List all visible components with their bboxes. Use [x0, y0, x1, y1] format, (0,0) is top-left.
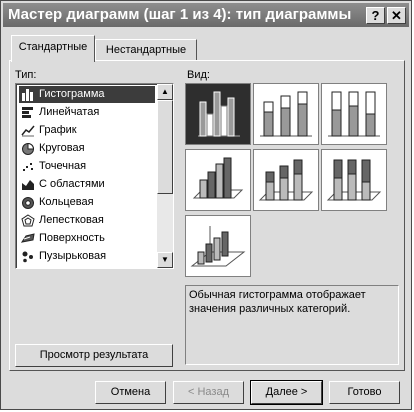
- list-item-label: График: [39, 124, 77, 136]
- subtype-stacked-column-3d[interactable]: [253, 149, 319, 211]
- finish-button[interactable]: Готово: [329, 381, 400, 404]
- subtype-percent-stacked-column-3d[interactable]: [321, 149, 387, 211]
- preview-button[interactable]: Просмотр результата: [15, 344, 173, 367]
- list-item-bar[interactable]: Линейчатая: [19, 104, 155, 121]
- back-button[interactable]: < Назад: [173, 381, 244, 404]
- bar-chart-icon: [22, 107, 33, 118]
- subtype-gallery: [185, 83, 399, 277]
- list-item-pie[interactable]: Круговая: [19, 140, 155, 157]
- scroll-down-icon[interactable]: ▼: [157, 252, 173, 268]
- scroll-thumb[interactable]: [157, 100, 173, 194]
- list-item-radar[interactable]: Лепестковая: [19, 212, 155, 229]
- line-chart-icon: [21, 125, 35, 137]
- subtype-percent-stacked-column[interactable]: [321, 83, 387, 145]
- list-item-label: Линейчатая: [39, 106, 100, 118]
- cancel-button[interactable]: Отмена: [95, 381, 166, 404]
- list-item-label: Поверхность: [39, 232, 105, 244]
- tab-standard[interactable]: Стандартные: [11, 35, 95, 62]
- area-chart-icon: [22, 180, 34, 190]
- help-button[interactable]: ?: [366, 7, 385, 24]
- title-bar: Мастер диаграмм (шаг 1 из 4): тип диагра…: [3, 3, 409, 27]
- list-item-label: С областями: [39, 178, 105, 190]
- bubble-chart-icon: [22, 251, 33, 263]
- list-item-label: Пузырьковая: [39, 250, 107, 262]
- chart-type-list[interactable]: Гистограмма Линейчатая График Круговая Т…: [15, 83, 174, 269]
- list-scrollbar[interactable]: ▲ ▼: [157, 84, 173, 268]
- pie-chart-icon: [22, 142, 35, 155]
- list-item-area[interactable]: С областями: [19, 176, 155, 193]
- list-item-label: Кольцевая: [39, 196, 94, 208]
- list-item-line[interactable]: График: [19, 122, 155, 139]
- subtype-clustered-column[interactable]: [185, 83, 251, 145]
- tab-label: Стандартные: [18, 41, 88, 53]
- help-icon: ?: [371, 8, 380, 23]
- view-label: Вид:: [187, 69, 210, 81]
- percent-stacked-column-icon: [328, 91, 380, 137]
- stacked-column-3d-icon: [258, 159, 314, 201]
- type-label: Тип:: [15, 69, 37, 81]
- list-item-scatter[interactable]: Точечная: [19, 158, 155, 175]
- surface-chart-icon: [21, 233, 35, 243]
- clustered-column-3d-icon: [192, 157, 244, 199]
- close-button[interactable]: ✕: [387, 7, 406, 24]
- tab-custom[interactable]: Нестандартные: [95, 39, 197, 61]
- stacked-column-icon: [260, 91, 312, 137]
- list-item-label: Гистограмма: [39, 88, 105, 100]
- list-item-label: Круговая: [39, 142, 85, 154]
- subtype-description: Обычная гистограмма отображает значения …: [185, 285, 399, 365]
- list-item-label: Точечная: [39, 160, 87, 172]
- list-item-bubble[interactable]: Пузырьковая: [19, 248, 155, 265]
- close-icon: ✕: [391, 8, 402, 23]
- scroll-up-icon[interactable]: ▲: [157, 84, 173, 100]
- tab-label: Нестандартные: [105, 44, 187, 56]
- chart-type-list-items: Гистограмма Линейчатая График Круговая Т…: [16, 84, 157, 268]
- subtype-clustered-column-3d[interactable]: [185, 149, 251, 211]
- list-item-label: Лепестковая: [39, 214, 104, 226]
- subtype-column-3d[interactable]: [185, 215, 251, 277]
- column-chart-icon: [22, 89, 33, 101]
- list-item-column[interactable]: Гистограмма: [19, 86, 155, 103]
- subtype-stacked-column[interactable]: [253, 83, 319, 145]
- chart-wizard-dialog: Мастер диаграмм (шаг 1 из 4): тип диагра…: [0, 0, 412, 410]
- column-3d-icon: [190, 226, 246, 267]
- list-item-surface[interactable]: Поверхность: [19, 230, 155, 247]
- window-title: Мастер диаграмм (шаг 1 из 4): тип диагра…: [8, 6, 352, 23]
- clustered-column-icon: [198, 91, 240, 137]
- doughnut-chart-icon: [22, 197, 34, 209]
- radar-chart-icon: [21, 214, 35, 227]
- scatter-chart-icon: [23, 163, 33, 171]
- next-button[interactable]: Далее >: [250, 380, 323, 405]
- percent-stacked-column-3d-icon: [326, 159, 382, 201]
- list-item-doughnut[interactable]: Кольцевая: [19, 194, 155, 211]
